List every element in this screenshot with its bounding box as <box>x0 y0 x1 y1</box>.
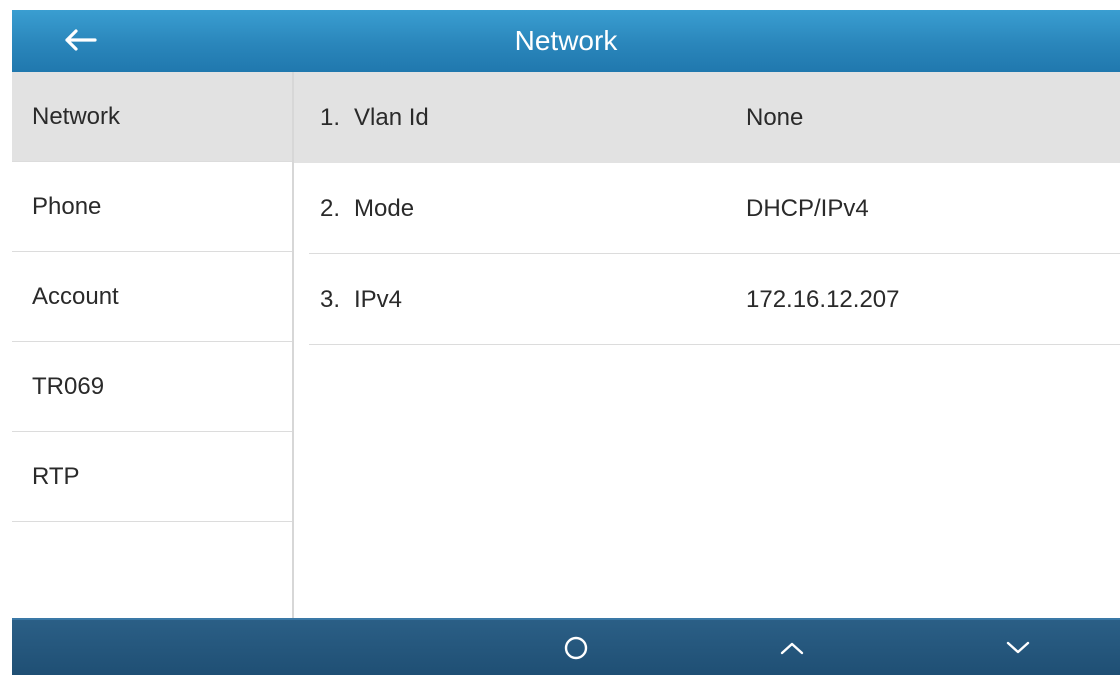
softkey-up-button[interactable] <box>732 620 852 675</box>
list-item-number: 1. <box>320 104 341 131</box>
list-item-vlan-id[interactable]: 1. Vlan Id None <box>294 72 1120 163</box>
sidebar: Network Phone Account TR069 RTP <box>12 72 294 618</box>
circle-icon <box>564 636 588 659</box>
sidebar-item-network[interactable]: Network <box>12 72 292 162</box>
page-title: Network <box>514 25 618 56</box>
list-item-label: Vlan Id <box>354 104 429 131</box>
list-item-value: 172.16.12.207 <box>746 286 900 313</box>
list-item-label: IPv4 <box>354 286 403 313</box>
settings-list: 1. Vlan Id None 2. Mode DHCP/IPv4 3. IPv… <box>294 72 1120 618</box>
chevron-up-icon <box>780 642 804 654</box>
list-item-number: 3. <box>320 286 341 313</box>
list-item-ipv4[interactable]: 3. IPv4 172.16.12.207 <box>294 254 1120 345</box>
phone-screen: Network Network Phone Account TR069 RTP … <box>12 10 1120 675</box>
list-item-mode[interactable]: 2. Mode DHCP/IPv4 <box>294 163 1120 254</box>
list-item-value: DHCP/IPv4 <box>746 195 869 222</box>
softkey-circle-button[interactable] <box>516 620 636 675</box>
sidebar-item-account[interactable]: Account <box>12 252 292 342</box>
row-divider <box>309 344 1120 345</box>
list-item-number: 2. <box>320 195 341 222</box>
list-item-label: Mode <box>354 195 415 222</box>
title-bar: Network <box>12 10 1120 72</box>
sidebar-item-phone[interactable]: Phone <box>12 162 292 252</box>
sidebar-item-rtp[interactable]: RTP <box>12 432 292 522</box>
softkey-down-button[interactable] <box>958 620 1078 675</box>
sidebar-item-tr069[interactable]: TR069 <box>12 342 292 432</box>
sidebar-empty-slot <box>12 522 292 612</box>
softkey-bar <box>12 618 1120 675</box>
list-item-value: None <box>746 104 804 131</box>
chevron-down-icon <box>1006 641 1030 653</box>
